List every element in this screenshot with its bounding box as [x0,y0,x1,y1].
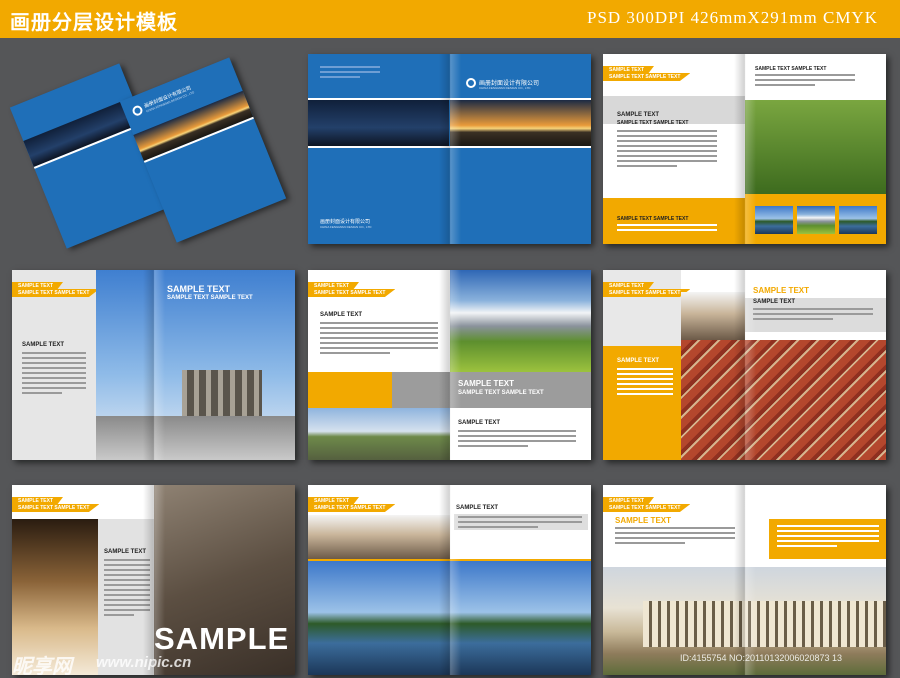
section-heading: SAMPLE TEXT [320,312,363,318]
section-tag-sub: SAMPLE TEXT SAMPLE TEXT [603,504,691,512]
palace-facade [643,601,886,647]
left-heading: SAMPLE TEXT [617,358,660,364]
big-subtitle: SAMPLE TEXT SAMPLE TEXT [167,295,253,301]
watermark-logo: 昵享网 [12,654,72,678]
lake-palace-photo [308,561,591,675]
section-heading: SAMPLE TEXT [104,549,147,555]
spread-mountains: SAMPLE TEXT SAMPLE TEXT SAMPLE TEXT SAMP… [308,270,591,460]
section-subheading: SAMPLE TEXT SAMPLE TEXT [617,120,689,126]
subheading: SAMPLE TEXT [753,299,796,305]
right-heading: SAMPLE TEXT [458,420,501,426]
section-tag-sub: SAMPLE TEXT SAMPLE TEXT [12,289,100,297]
section-tag: SAMPLE TEXT [308,282,360,290]
section-tag-sub: SAMPLE TEXT SAMPLE TEXT [308,504,396,512]
spread-palace: SAMPLE TEXT SAMPLE TEXT SAMPLE TEXT SAMP… [603,485,886,675]
spread-old-town: SAMPLE TEXT SAMPLE TEXT SAMPLE TEXT SAMP… [603,270,886,460]
logo-icon [466,78,476,88]
gate-shape [182,370,262,416]
left-heading: SAMPLE TEXT [22,342,65,348]
section-tag-sub: SAMPLE TEXT SAMPLE TEXT [603,73,691,81]
thumb-photo-3 [839,206,877,234]
company-en-left: CHINA FENGMIAN DESIGN CO., LTD [320,225,372,229]
image-id: ID:4155754 NO:20110132006020873 13 [680,653,842,663]
page-title: 画册分层设计模板 [10,10,178,34]
section-tag-sub: SAMPLE TEXT SAMPLE TEXT [308,289,396,297]
bottom-heading: SAMPLE TEXT SAMPLE TEXT [617,216,689,222]
company-en-right: CHINA FENGMIAN DESIGN CO., LTD [479,86,531,90]
mountain-photo [449,270,591,372]
thumb-photo-2 [797,206,835,234]
spread-title: SAMPLE TEXT [753,286,810,295]
company-name-left: 画册封面设计有限公司 [320,219,371,225]
section-tag-sub: SAMPLE TEXT SAMPLE TEXT [12,504,100,512]
section-tag-sub: SAMPLE TEXT SAMPLE TEXT [603,289,691,297]
houses-photo [308,515,450,559]
logo-icon [130,104,145,118]
right-heading: SAMPLE TEXT SAMPLE TEXT [755,66,827,72]
section-tag: SAMPLE TEXT [12,497,64,505]
rooftops-photo [681,340,886,460]
section-tag: SAMPLE TEXT [603,66,655,74]
spread-banquet: SAMPLE TEXT SAMPLE TEXT SAMPLE TEXT SAMP… [12,485,295,675]
watermark-url: www.nipic.cn [96,654,192,671]
header-bar: 画册分层设计模板 PSD 300DPI 426mmX291mm CMYK [0,0,900,38]
cover-mockup: 画册封面设计有限公司 CHINA FENGMIAN DESIGN CO., LT… [9,52,297,249]
spread-brandenburg: SAMPLE TEXT SAMPLE TEXT SAMPLE TEXT SAMP… [12,270,295,460]
big-word: SAMPLE [154,621,290,656]
town-photo-top [681,292,745,340]
section-tag: SAMPLE TEXT [603,282,655,290]
highway-photo [308,408,450,460]
spread-cover-flat: 画册封面设计有限公司 CHINA FENGMIAN DESIGN CO., LT… [308,54,591,244]
banner-title: SAMPLE TEXT [458,379,515,388]
file-spec: PSD 300DPI 426mmX291mm CMYK [586,8,878,27]
banner-subtitle: SAMPLE TEXT SAMPLE TEXT [458,390,544,396]
section-heading: SAMPLE TEXT [617,112,660,118]
spread-lake: SAMPLE TEXT SAMPLE TEXT SAMPLE TEXT SAMP… [308,485,591,675]
big-title: SAMPLE TEXT [167,284,231,294]
thumb-photo-1 [755,206,793,234]
section-tag: SAMPLE TEXT [308,497,360,505]
section-tag: SAMPLE TEXT [603,497,655,505]
section-tag: SAMPLE TEXT [12,282,64,290]
spread-title: SAMPLE TEXT [615,516,672,525]
statue-photo [744,100,886,194]
section-heading: SAMPLE TEXT [456,505,499,511]
spread-statue: SAMPLE TEXT SAMPLE TEXT SAMPLE TEXT SAMP… [603,54,886,244]
